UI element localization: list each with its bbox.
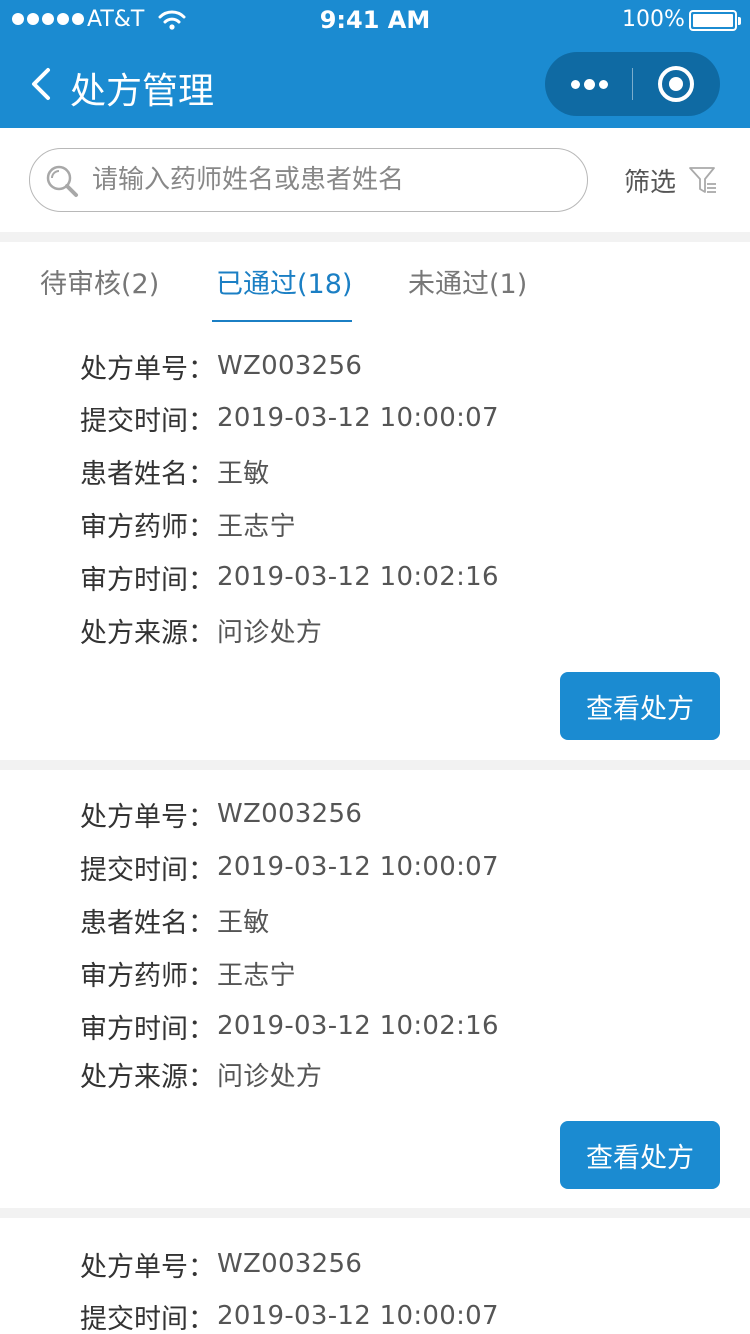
capsule-divider — [632, 68, 633, 100]
field-value: WZ003256 — [217, 799, 363, 829]
field-review-time: 审方时间： 2019-03-12 10:02:16 — [80, 1006, 499, 1046]
tab-rejected[interactable]: 未通过(1) — [408, 262, 527, 322]
prescription-card: 处方单号： WZ003256 提交时间： 2019-03-12 10:00:07… — [0, 770, 750, 1208]
filter-icon — [689, 167, 717, 193]
field-prescription-no: 处方单号： WZ003256 — [80, 1244, 362, 1284]
field-value: 问诊处方 — [217, 617, 323, 648]
field-patient-name: 患者姓名： 王敏 — [80, 900, 270, 940]
field-label: 审方药师： — [80, 960, 215, 992]
field-submit-time: 提交时间： 2019-03-12 10:00:07 — [80, 1296, 499, 1334]
field-value: 问诊处方 — [217, 1061, 323, 1092]
field-label: 处方单号： — [80, 353, 215, 385]
field-value: 王敏 — [217, 907, 270, 938]
field-label: 处方来源： — [80, 1061, 215, 1093]
app-header: AT&T 9:41 AM 100% 处方管理 — [0, 0, 750, 128]
filter-button[interactable]: 筛选 — [624, 162, 718, 198]
field-source: 处方来源： 问诊处方 — [80, 1054, 322, 1094]
field-submit-time: 提交时间： 2019-03-12 10:00:07 — [80, 847, 499, 887]
field-pharmacist: 审方药师： 王志宁 — [80, 953, 296, 993]
field-pharmacist: 审方药师： 王志宁 — [80, 504, 296, 544]
field-label: 患者姓名： — [80, 458, 215, 490]
tab-approved[interactable]: 已通过(18) — [216, 262, 352, 322]
field-value: 2019-03-12 10:00:07 — [217, 1301, 499, 1331]
field-label: 处方单号： — [80, 1251, 215, 1283]
tab-pending[interactable]: 待审核(2) — [40, 262, 159, 322]
field-value: 2019-03-12 10:00:07 — [217, 403, 499, 433]
field-prescription-no: 处方单号： WZ003256 — [80, 794, 362, 834]
field-value: 2019-03-12 10:02:16 — [217, 1011, 499, 1041]
field-label: 处方来源： — [80, 617, 215, 649]
field-label: 患者姓名： — [80, 907, 215, 939]
field-source: 处方来源： 问诊处方 — [80, 610, 322, 650]
battery-icon — [689, 10, 741, 31]
field-prescription-no: 处方单号： WZ003256 — [80, 346, 362, 386]
page-title: 处方管理 — [70, 71, 215, 112]
field-label: 提交时间： — [80, 1303, 215, 1334]
back-arrow-icon[interactable] — [28, 64, 56, 104]
view-prescription-button[interactable]: 查看处方 — [560, 1121, 720, 1189]
field-label: 审方药师： — [80, 511, 215, 543]
filter-label: 筛选 — [624, 167, 677, 198]
status-tabs: 待审核(2) 已通过(18) 未通过(1) — [0, 242, 750, 322]
more-dots-icon[interactable] — [545, 52, 633, 116]
field-review-time: 审方时间： 2019-03-12 10:02:16 — [80, 557, 499, 597]
close-circle-icon[interactable] — [658, 66, 694, 102]
prescription-card: 处方单号： WZ003256 提交时间： 2019-03-12 10:00:07 — [0, 1218, 750, 1334]
field-value: 王敏 — [217, 458, 270, 489]
search-box[interactable] — [29, 148, 588, 212]
search-input[interactable] — [92, 149, 572, 210]
field-patient-name: 患者姓名： 王敏 — [80, 451, 270, 491]
field-label: 处方单号： — [80, 801, 215, 833]
view-prescription-button[interactable]: 查看处方 — [560, 672, 720, 740]
field-value: WZ003256 — [217, 351, 363, 381]
field-submit-time: 提交时间： 2019-03-12 10:00:07 — [80, 398, 499, 438]
battery-percentage: 100% — [622, 7, 685, 32]
prescription-card: 处方单号： WZ003256 提交时间： 2019-03-12 10:00:07… — [0, 322, 750, 760]
field-value: 2019-03-12 10:02:16 — [217, 562, 499, 592]
field-value: 2019-03-12 10:00:07 — [217, 852, 499, 882]
field-label: 审方时间： — [80, 564, 215, 596]
mini-program-capsule — [545, 52, 720, 116]
field-value: 王志宁 — [217, 511, 296, 542]
search-icon — [46, 165, 78, 197]
search-bar: 筛选 — [0, 128, 750, 232]
status-bar: AT&T 9:41 AM 100% — [0, 0, 750, 40]
field-value: 王志宁 — [217, 960, 296, 991]
field-label: 审方时间： — [80, 1013, 215, 1045]
field-label: 提交时间： — [80, 854, 215, 886]
field-label: 提交时间： — [80, 405, 215, 437]
field-value: WZ003256 — [217, 1249, 363, 1279]
